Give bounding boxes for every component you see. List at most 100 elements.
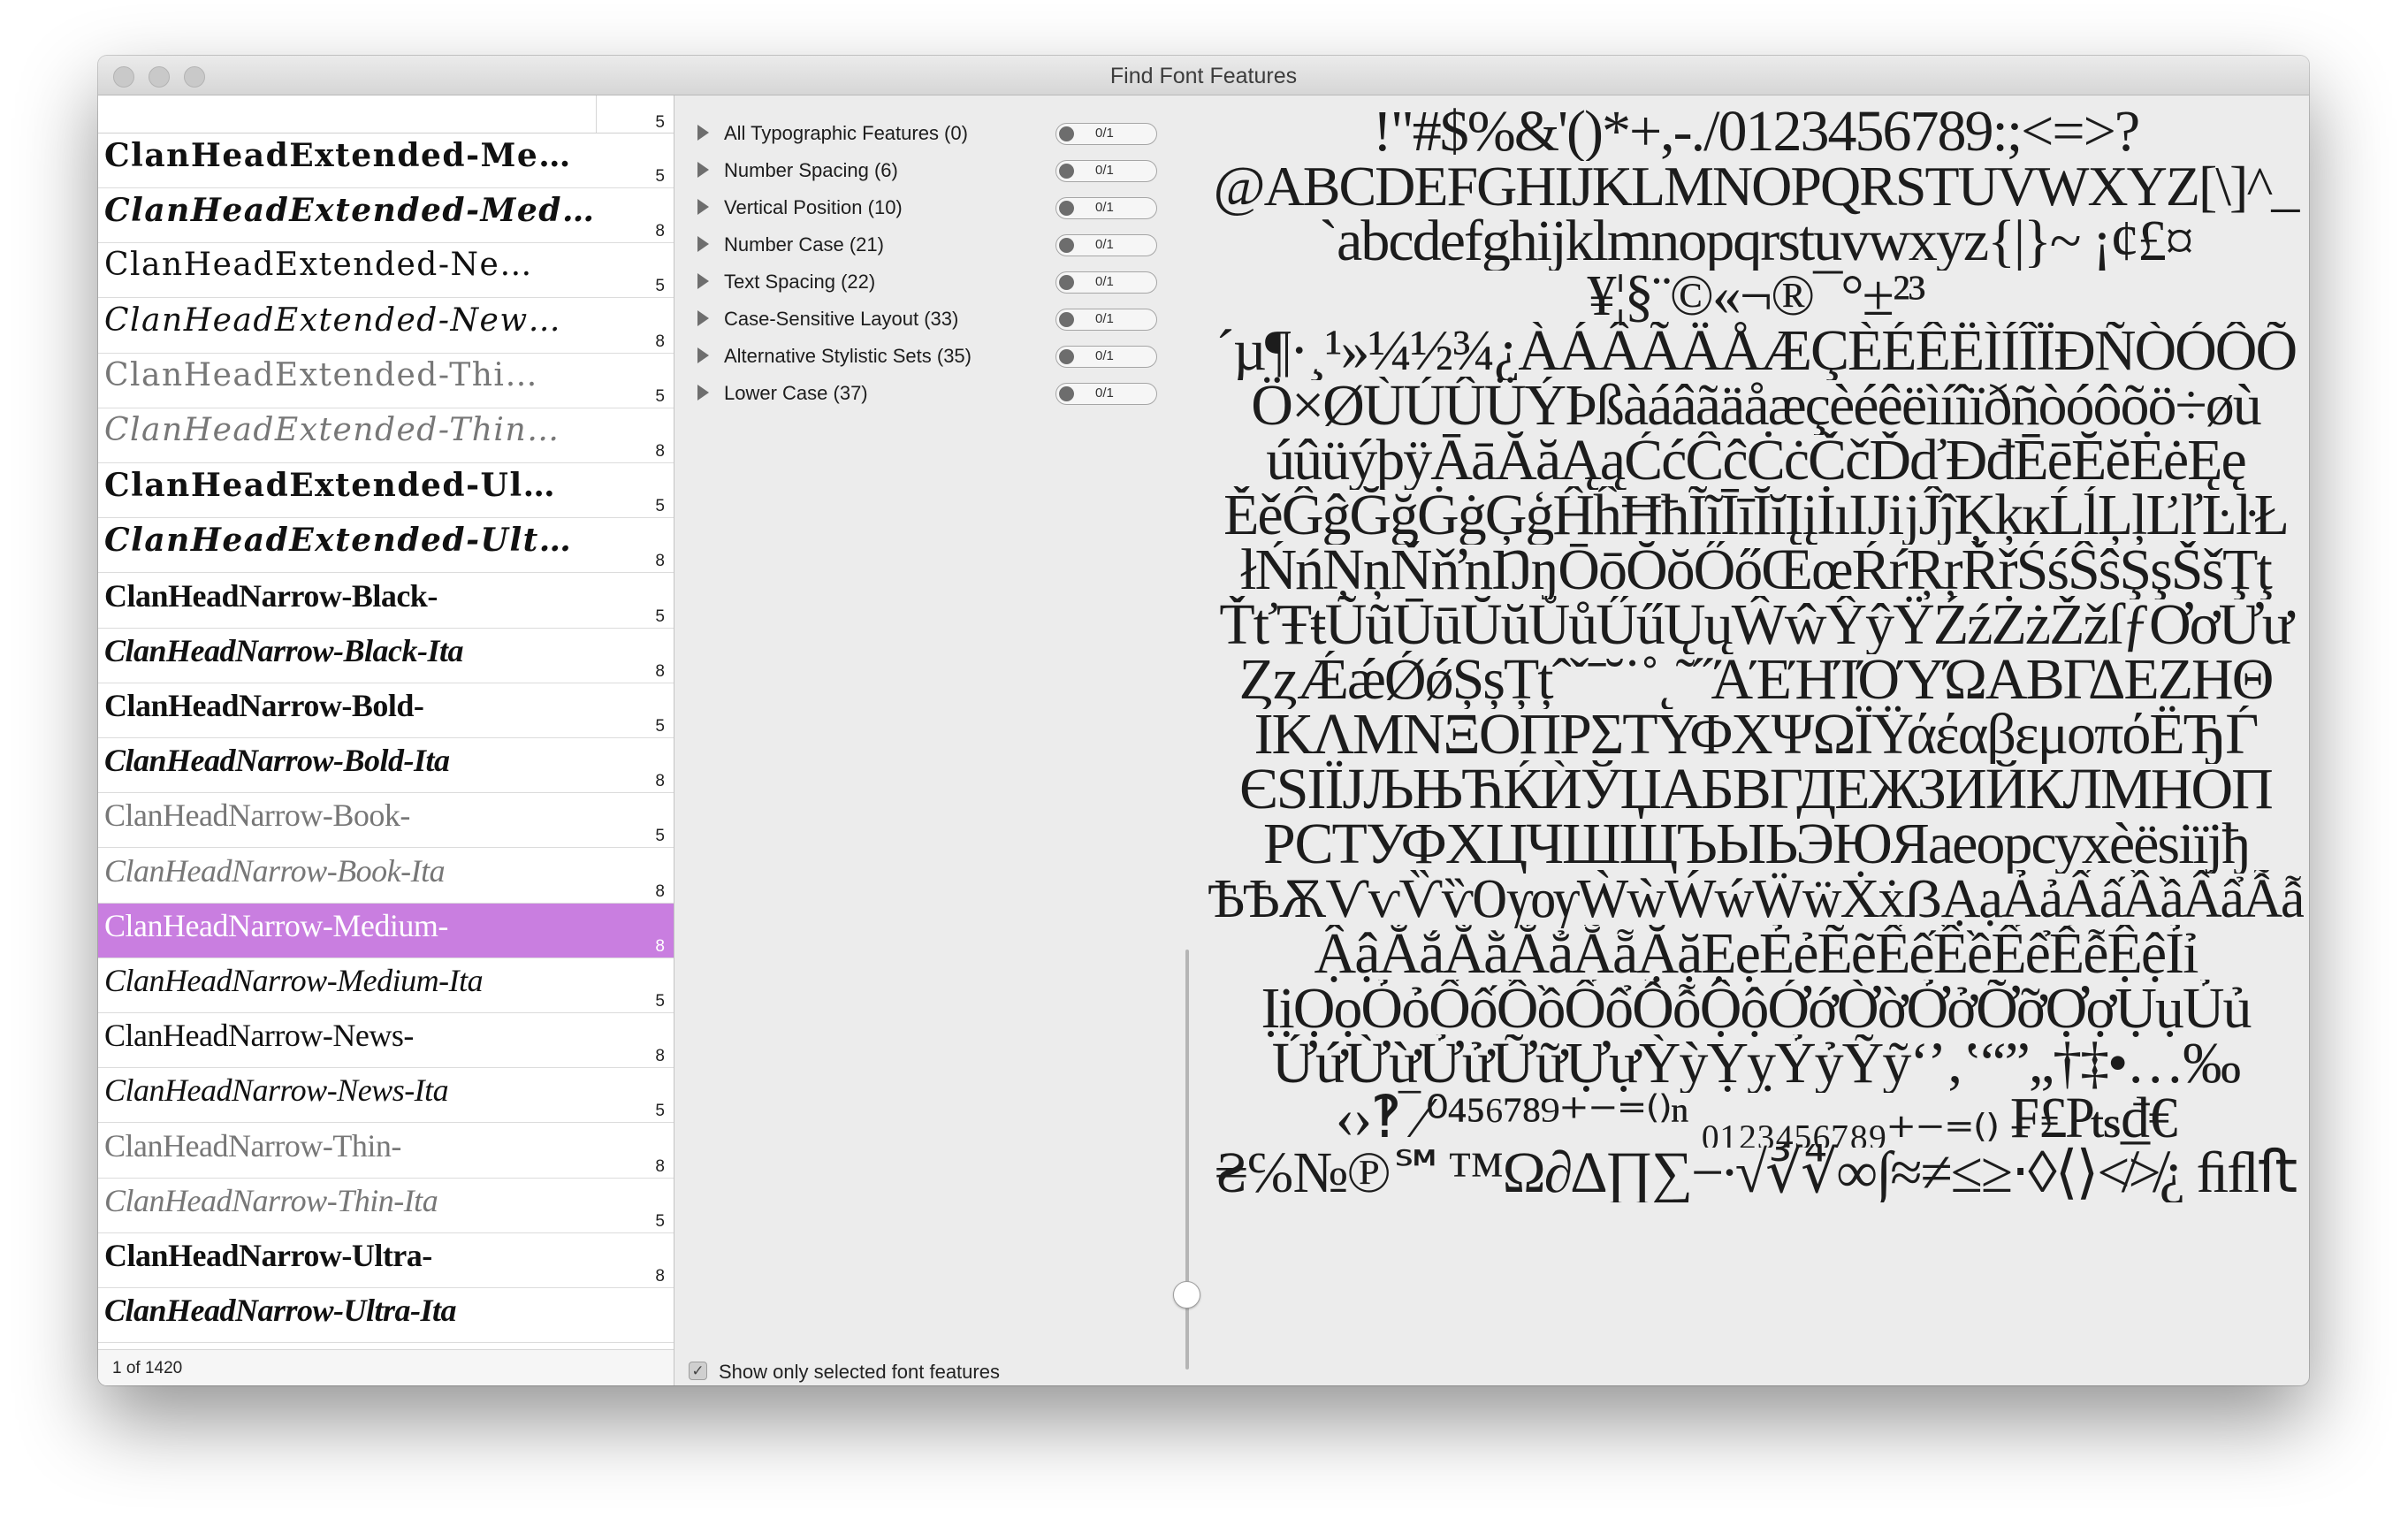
- toggle-knob: [1059, 386, 1074, 401]
- feature-count: 5: [655, 992, 665, 1011]
- feature-count: 5: [655, 497, 665, 516]
- glyph-line: ȤȥǼǽǾǿȘșȚțˆˇˉ˘˙˚˛˜˝ΆΈΉΊΌΎΏΑΒΓΔΕΖΗΘ: [1238, 651, 2275, 709]
- font-list-item[interactable]: ClanHeadNarrow-Thin-Ita 5: [98, 1179, 674, 1233]
- feature-toggle[interactable]: 0/1: [1055, 383, 1157, 405]
- font-name: ClanHeadNarrow-Black-: [104, 577, 438, 614]
- feature-row[interactable]: Alternative Stylistic Sets (35) 0/1: [674, 338, 1276, 373]
- toggle-knob: [1059, 126, 1074, 141]
- feature-row[interactable]: All Typographic Features (0) 0/1: [674, 115, 1276, 150]
- feature-toggle[interactable]: 0/1: [1055, 234, 1157, 256]
- glyph-line: ỊịỌọỎỏỐốỒồỔổỖỗỘộỚớỜờỞởỠỡỢợỤụỦủ: [1261, 980, 2252, 1038]
- glyph-line: РСТУФХЦЧШЩЪЫЬЭЮЯаеорсухѐёѕіїјђ: [1263, 815, 2250, 874]
- toggle-label: 0/1: [1095, 163, 1114, 178]
- font-list-item[interactable]: ClanHeadNarrow-Ultra- 8: [98, 1233, 674, 1288]
- font-name: ClanHeadNarrow-News-Ita: [104, 1072, 449, 1109]
- disclosure-triangle-icon[interactable]: [697, 199, 709, 215]
- font-list-item[interactable]: ClanHeadExtended-New… 8: [98, 299, 674, 354]
- font-name: ClanHeadNarrow-Medium-Ita: [104, 963, 484, 998]
- feature-row[interactable]: Number Spacing (6) 0/1: [674, 152, 1276, 187]
- column-divider[interactable]: [596, 95, 597, 133]
- glyph-line: ẬậẮắẰằẲẳẴẵẶặẸẹẺẻẼẽẾếỀềỂểỄễỆệỈỉ: [1314, 925, 2199, 983]
- disclosure-triangle-icon[interactable]: [697, 385, 709, 401]
- font-name: ClanHeadNarrow-Book-Ita: [104, 852, 446, 889]
- font-list-item[interactable]: ClanHeadExtended-Ul… 5: [98, 463, 674, 519]
- font-name: ClanHeadNarrow-Ultra-: [104, 1238, 432, 1273]
- toggle-knob: [1059, 312, 1074, 327]
- disclosure-triangle-icon[interactable]: [697, 236, 709, 252]
- font-list-item[interactable]: ClanHeadNarrow-Bold-Ita 8: [98, 738, 674, 794]
- disclosure-triangle-icon[interactable]: [697, 273, 709, 289]
- window-title: Find Font Features: [1109, 64, 1298, 88]
- font-list-item[interactable]: ClanHeadExtended-Thi… 5: [98, 354, 674, 408]
- feature-row[interactable]: Vertical Position (10) 0/1: [674, 189, 1276, 225]
- disclosure-triangle-icon[interactable]: [697, 125, 709, 141]
- glyph-line: @ABCDEFGHIJKLMNOPQRSTUVWXYZ[\]^_: [1213, 157, 2300, 216]
- feature-label: Alternative Stylistic Sets (35): [724, 345, 972, 367]
- glyph-line: ĚěĜĝĞğĠġĢģĤĥĦħĨĩĪīĬĭĮįİıĲĳĴĵĶķĸĹĺĻļĽľĿŀŁ: [1223, 486, 2290, 545]
- feature-count: 8: [655, 936, 665, 956]
- feature-count: 5: [655, 827, 665, 846]
- feature-count: 8: [655, 442, 665, 461]
- feature-label: Number Spacing (6): [724, 159, 898, 181]
- font-list-item[interactable]: ClanHeadNarrow-Ultra-Ita: [98, 1288, 674, 1344]
- font-list-item[interactable]: ClanHeadNarrow-Bold- 5: [98, 683, 674, 738]
- feature-row[interactable]: Lower Case (37) 0/1: [674, 375, 1276, 410]
- font-list-item[interactable]: ClanHeadNarrow-News- 8: [98, 1013, 674, 1069]
- toggle-label: 0/1: [1095, 237, 1114, 252]
- feature-label: Lower Case (37): [724, 382, 868, 404]
- glyph-line: ₴℅№℗℠™Ω∂∆∏∑−∙√∛∜∞∫≈≠≤≥⋅◊⟨⟩≮≯¿ ﬁﬂﬅ: [1215, 1144, 2298, 1202]
- feature-count: 5: [655, 386, 665, 406]
- row-count: 5: [655, 113, 665, 132]
- feature-toggle[interactable]: 0/1: [1055, 123, 1157, 145]
- font-list-item[interactable]: ClanHeadNarrow-Black- 5: [98, 574, 674, 629]
- feature-count: 8: [655, 1156, 665, 1176]
- feature-count: 5: [655, 277, 665, 296]
- toggle-knob: [1059, 238, 1074, 253]
- font-list-item[interactable]: ClanHeadNarrow-Book- 5: [98, 793, 674, 849]
- font-name: ClanHeadNarrow-Thin-Ita: [104, 1182, 438, 1218]
- title-bar: Find Font Features: [98, 56, 2309, 95]
- glyph-line: ‹›‽‾⁄⁰⁴⁵⁶⁷⁸⁹⁺⁻⁼⁽⁾ⁿ ₀₁₂₃₄₅₆₇₈₉₊₋₌₍₎ ₣₤₧₫€: [1335, 1089, 2177, 1148]
- feature-count: 8: [655, 661, 665, 681]
- font-list-item[interactable]: ClanHeadExtended-Ne… 5: [98, 243, 674, 299]
- font-list-item[interactable]: ClanHeadExtended-Med… 8: [98, 188, 674, 244]
- feature-label: Text Spacing (22): [724, 271, 876, 293]
- feature-toggle[interactable]: 0/1: [1055, 309, 1157, 331]
- size-slider-knob[interactable]: [1173, 1281, 1200, 1309]
- find-font-features-window: Find Font Features 5 ClanHeadExtended-Me…: [98, 56, 2309, 1385]
- feature-toggle[interactable]: 0/1: [1055, 346, 1157, 368]
- glyph-line: ѢѢѪѴѵѶѷѸѹẀẁẂẃẄẅẊẋẞẠạẢảẤấẦầẨẩẪẫ: [1208, 870, 2304, 928]
- font-list-item[interactable]: ClanHeadNarrow-Black-Ita 8: [98, 629, 674, 683]
- font-list-item[interactable]: ClanHeadExtended-Thin… 8: [98, 408, 674, 463]
- feature-toggle[interactable]: 0/1: [1055, 197, 1157, 219]
- font-list-item[interactable]: ClanHeadNarrow-Thin- 8: [98, 1124, 674, 1179]
- font-list-item[interactable]: ClanHeadNarrow-Medium- 8: [98, 903, 674, 958]
- font-list-item[interactable]: ClanHeadNarrow-News-Ita 5: [98, 1068, 674, 1124]
- feature-row[interactable]: Number Case (21) 0/1: [674, 226, 1276, 262]
- font-list-item[interactable]: ClanHeadExtended-Ult… 8: [98, 518, 674, 574]
- font-list-item[interactable]: ClanHeadNarrow-Book-Ita 8: [98, 849, 674, 904]
- font-name: ClanHeadExtended-Med…: [104, 192, 596, 230]
- glyph-line: ỨứỪừỬửỮữỰựỲỳỴỵỶỷỸỹ‘’‚‛“”„†‡•…‰: [1271, 1034, 2241, 1093]
- feature-label: All Typographic Features (0): [724, 122, 968, 144]
- disclosure-triangle-icon[interactable]: [697, 310, 709, 326]
- font-name: ClanHeadNarrow-Medium-: [104, 907, 448, 943]
- disclosure-triangle-icon[interactable]: [697, 347, 709, 363]
- disclosure-triangle-icon[interactable]: [697, 162, 709, 178]
- feature-label: Vertical Position (10): [724, 196, 903, 218]
- font-list-footer: 1 of 1420: [98, 1349, 674, 1385]
- feature-label: Number Case (21): [724, 233, 884, 256]
- font-name: ClanHeadNarrow-Book-: [104, 797, 410, 834]
- feature-toggle[interactable]: 0/1: [1055, 271, 1157, 294]
- font-list-item[interactable]: ClanHeadNarrow-Medium-Ita 5: [98, 958, 674, 1013]
- feature-row[interactable]: Text Spacing (22) 0/1: [674, 263, 1276, 299]
- feature-row[interactable]: Case-Sensitive Layout (33) 0/1: [674, 301, 1276, 336]
- toggle-label: 0/1: [1095, 274, 1114, 289]
- font-list-item[interactable]: ClanHeadExtended-Me… 5: [98, 134, 674, 188]
- font-name: ClanHeadExtended-Ult…: [104, 522, 573, 560]
- font-name: ClanHeadNarrow-Black-Ita: [104, 632, 464, 668]
- feature-toggle[interactable]: 0/1: [1055, 160, 1157, 182]
- show-only-selected-checkbox[interactable]: ✓: [689, 1362, 707, 1380]
- glyph-line: ´µ¶·¸¹»¼½¾¿ÀÁÂÃÄÅÆÇÈÉÊËÌÍÎÏÐÑÒÓÔÕ: [1215, 322, 2298, 380]
- font-count-status: 1 of 1420: [112, 1359, 183, 1377]
